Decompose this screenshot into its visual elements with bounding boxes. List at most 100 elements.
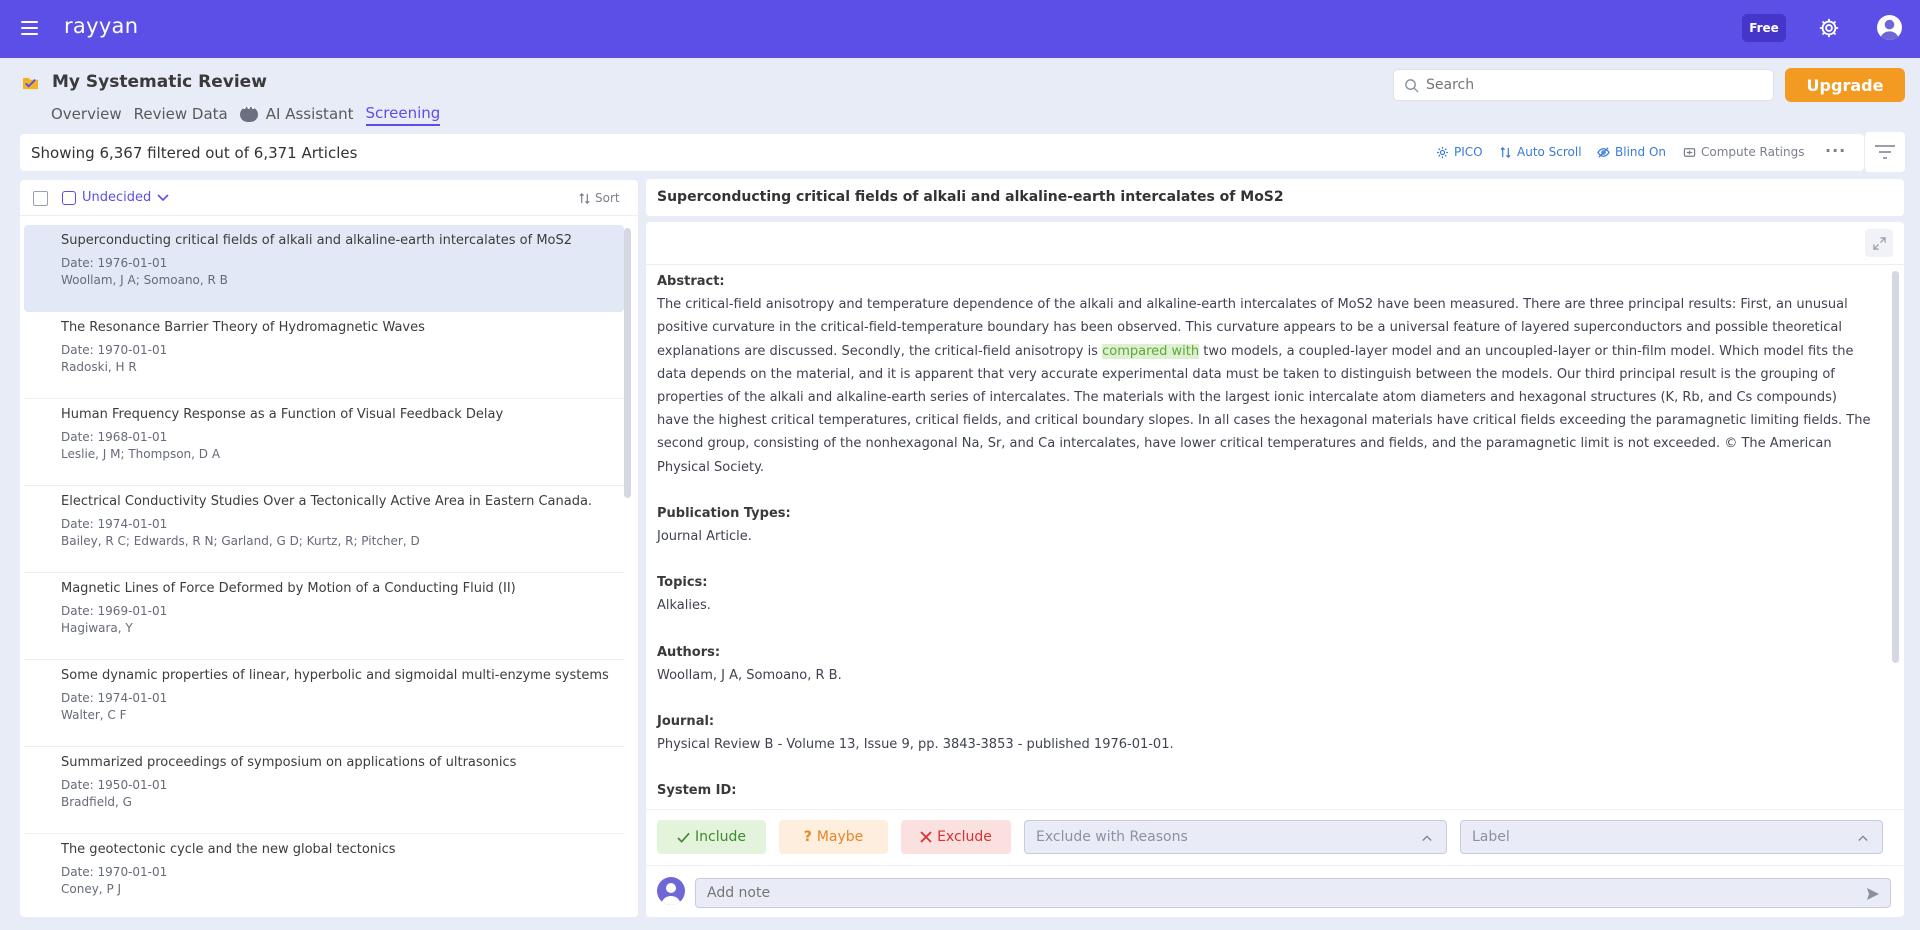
sort-button[interactable]: Sort xyxy=(578,191,620,205)
abstract-label: Abstract: xyxy=(657,274,725,289)
menu-icon[interactable] xyxy=(21,21,38,35)
exclude-label: Exclude xyxy=(937,829,992,845)
article-authors: Hagiwara, Y xyxy=(61,621,133,635)
avatar xyxy=(657,877,685,905)
app-logo[interactable]: rayyan xyxy=(64,14,138,38)
chevron-up-icon xyxy=(1422,835,1432,841)
article-authors: Radoski, H R xyxy=(61,360,137,374)
journal-label: Journal: xyxy=(657,714,715,730)
sort-label: Sort xyxy=(595,191,620,205)
article-authors: Woollam, J A; Somoano, R B xyxy=(61,273,228,287)
note-bar xyxy=(646,865,1904,917)
search-input[interactable] xyxy=(1426,77,1756,93)
tab-ai-assistant[interactable]: AI Assistant xyxy=(239,104,354,126)
compute-ratings-label: Compute Ratings xyxy=(1701,145,1805,159)
article-list: Superconducting critical fields of alkal… xyxy=(20,225,628,917)
tab-ai-assistant-label: AI Assistant xyxy=(265,105,354,123)
tab-overview[interactable]: Overview xyxy=(51,104,122,126)
auto-scroll-button[interactable]: Auto Scroll xyxy=(1499,145,1582,159)
list-scrollbar[interactable] xyxy=(624,228,631,498)
tab-review-data[interactable]: Review Data xyxy=(134,104,228,126)
expand-button[interactable] xyxy=(1865,229,1893,257)
list-item[interactable]: Magnetic Lines of Force Deformed by Moti… xyxy=(24,573,624,660)
list-item[interactable]: Superconducting critical fields of alkal… xyxy=(24,225,624,312)
article-date: Date: 1974-01-01 xyxy=(61,517,168,531)
tab-screening[interactable]: Screening xyxy=(365,104,441,126)
upgrade-button[interactable]: Upgrade xyxy=(1785,68,1905,102)
highlighted-keyword: compared with xyxy=(1102,343,1200,359)
ai-chat-icon xyxy=(239,104,258,122)
article-authors: Walter, C F xyxy=(61,708,127,722)
select-all-checkbox[interactable] xyxy=(33,191,48,206)
top-navbar: rayyan Free xyxy=(0,0,1920,58)
list-item[interactable]: Electrical Conductivity Studies Over a T… xyxy=(24,486,624,573)
article-date: Date: 1974-01-01 xyxy=(61,691,168,705)
detail-title-bar: Superconducting critical fields of alkal… xyxy=(646,179,1904,216)
include-button[interactable]: Include xyxy=(657,820,766,854)
list-item[interactable]: Some dynamic properties of linear, hyper… xyxy=(24,660,624,747)
auto-scroll-label: Auto Scroll xyxy=(1517,145,1582,159)
maybe-label: Maybe xyxy=(816,829,864,845)
pico-icon xyxy=(1436,146,1449,158)
article-authors: Bailey, R C; Edwards, R N; Garland, G D;… xyxy=(61,534,420,548)
list-item[interactable]: The Resonance Barrier Theory of Hydromag… xyxy=(24,312,624,399)
authors-value: Woollam, J A, Somoano, R B. xyxy=(657,667,842,683)
article-authors: Leslie, J M; Thompson, D A xyxy=(61,447,221,461)
review-title[interactable]: My Systematic Review xyxy=(52,72,267,92)
chevron-up-icon xyxy=(1858,835,1868,841)
topics-value: Alkalies. xyxy=(657,598,711,614)
review-tabs: Overview Review Data AI Assistant Screen… xyxy=(51,104,441,126)
article-authors: Coney, P J xyxy=(61,882,122,896)
check-icon xyxy=(677,832,690,843)
article-title: Magnetic Lines of Force Deformed by Moti… xyxy=(61,581,516,596)
article-title: The Resonance Barrier Theory of Hydromag… xyxy=(61,320,425,335)
publication-types-value: Journal Article. xyxy=(657,529,752,545)
article-date: Date: 1950-01-01 xyxy=(61,778,168,792)
article-title: Human Frequency Response as a Function o… xyxy=(61,407,504,422)
article-title: Summarized proceedings of symposium on a… xyxy=(61,755,517,770)
article-date: Date: 1970-01-01 xyxy=(61,343,168,357)
sort-icon xyxy=(579,192,590,204)
journal-value: Physical Review B - Volume 13, Issue 9, … xyxy=(657,737,1174,753)
publication-types-label: Publication Types: xyxy=(657,505,791,521)
divider xyxy=(646,264,1904,265)
article-date: Date: 1968-01-01 xyxy=(61,430,168,444)
status-filter-dropdown[interactable]: Undecided xyxy=(62,190,169,205)
article-detail-panel: Abstract: The critical-field anisotropy … xyxy=(646,222,1904,917)
list-item[interactable]: The geotectonic cycle and the new global… xyxy=(24,834,624,917)
blind-label: Blind On xyxy=(1615,145,1666,159)
label-placeholder: Label xyxy=(1472,829,1510,845)
exclude-button[interactable]: Exclude xyxy=(901,820,1011,854)
list-item[interactable]: Human Frequency Response as a Function o… xyxy=(24,399,624,486)
article-authors: Bradfield, G xyxy=(61,795,132,809)
filter-button[interactable] xyxy=(1865,132,1905,172)
compute-ratings-button[interactable]: Compute Ratings xyxy=(1683,145,1804,159)
plan-badge[interactable]: Free xyxy=(1742,14,1786,42)
label-dropdown[interactable]: Label xyxy=(1460,820,1883,854)
authors-label: Authors: xyxy=(657,644,721,660)
topics-label: Topics: xyxy=(657,575,708,591)
blind-toggle[interactable]: Blind On xyxy=(1597,145,1666,159)
pico-button[interactable]: PICO xyxy=(1436,145,1483,159)
filter-icon xyxy=(1875,145,1895,159)
list-header: Undecided Sort xyxy=(20,180,638,216)
article-title: Some dynamic properties of linear, hyper… xyxy=(61,668,609,683)
note-field xyxy=(695,878,1891,908)
more-icon[interactable]: ··· xyxy=(1825,141,1846,160)
maybe-button[interactable]: ? Maybe xyxy=(779,820,888,854)
list-item[interactable]: Summarized proceedings of symposium on a… xyxy=(24,747,624,834)
review-folder-icon xyxy=(23,77,38,90)
exclude-reasons-dropdown[interactable]: Exclude with Reasons xyxy=(1024,820,1447,854)
detail-title: Superconducting critical fields of alkal… xyxy=(657,189,1284,205)
gear-icon[interactable] xyxy=(1818,17,1840,39)
pico-label: PICO xyxy=(1454,145,1483,159)
results-toolbar: Showing 6,367 filtered out of 6,371 Arti… xyxy=(20,134,1864,171)
expand-icon xyxy=(1872,236,1886,250)
detail-scrollbar[interactable] xyxy=(1892,271,1899,663)
article-title: Superconducting critical fields of alkal… xyxy=(61,233,573,248)
system-id-label: System ID: xyxy=(657,783,737,799)
abstract-text: The critical-field anisotropy and temper… xyxy=(657,293,1872,479)
send-icon[interactable] xyxy=(1866,887,1880,901)
note-input[interactable] xyxy=(707,885,1837,901)
user-avatar-icon[interactable] xyxy=(1877,15,1902,40)
